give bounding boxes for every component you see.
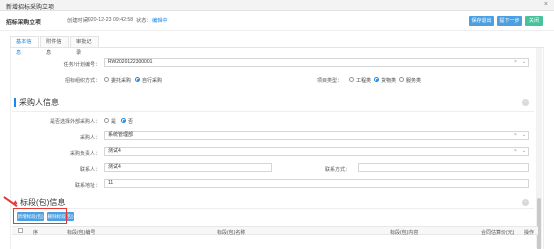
project-type-label: 项目类型： <box>316 78 342 84</box>
purchase-manager-label: 采购负责人： <box>69 151 100 157</box>
window-titlebar: 新增招标采购立项 × <box>0 0 554 11</box>
address-field[interactable]: 11 <box>104 179 529 188</box>
tab-basic-info[interactable]: 基本信息 <box>10 36 39 56</box>
lots-section-title: 标段(包)信息 <box>20 198 66 207</box>
section-divider <box>12 111 534 112</box>
purchaser-select[interactable]: 系统管理部 <box>104 131 529 140</box>
radio-entrust-label: 委托采购 <box>111 78 132 84</box>
save-button[interactable]: 保存退出 <box>469 16 494 26</box>
tab-approval-records[interactable]: 审批记录 <box>70 36 99 56</box>
vertical-scrollbar[interactable] <box>536 48 542 249</box>
radio-service[interactable] <box>399 77 404 82</box>
col-lot-content: 标段(包)内容 <box>390 230 419 236</box>
project-header: 招标采购立项 创建时间： 2020-12-23 09:42:58 状态： 编辑中… <box>0 11 554 31</box>
chevron-down-icon[interactable]: ⌄ <box>522 132 526 138</box>
radio-service-label: 服务类 <box>406 78 422 84</box>
clear-icon[interactable]: × <box>514 148 517 154</box>
address-label: 联系地址： <box>74 183 100 189</box>
status-badge: 编辑中 <box>152 18 168 24</box>
col-lot-name: 标段(包)名称 <box>217 230 246 236</box>
purchaser-section-header: 采购人信息 <box>14 97 134 109</box>
minus-circle-icon[interactable]: − <box>522 199 529 206</box>
radio-goods-label: 货物类 <box>381 78 397 84</box>
task-no-label: 任务/计划编号： <box>63 62 100 68</box>
purchase-manager-select[interactable]: 测试4 <box>104 147 529 156</box>
lots-table-header: 序 标段(包)编号 标段(包)名称 标段(包)内容 合同估算价(元) 操作 <box>12 226 538 236</box>
contact-phone-field[interactable] <box>358 163 529 172</box>
created-time: 2020-12-23 09:42:58 <box>85 17 134 23</box>
clear-icon[interactable]: × <box>514 132 517 138</box>
radio-external-no-label: 否 <box>128 119 134 125</box>
col-actions: 操作 <box>524 230 535 236</box>
task-no-field[interactable]: RW2020122300001 <box>104 58 529 67</box>
annotation-highlight-box <box>13 208 67 224</box>
section-divider <box>12 208 534 209</box>
contact-phone-label: 联系方式： <box>324 167 350 173</box>
radio-engineering[interactable] <box>349 77 354 82</box>
minus-circle-icon[interactable]: − <box>522 99 529 106</box>
contact-label: 联系人： <box>79 167 100 173</box>
purchaser-section-title: 采购人信息 <box>19 98 59 107</box>
close-icon[interactable]: × <box>544 1 548 8</box>
purchaser-label: 采购人： <box>79 135 100 141</box>
close-button[interactable]: 关闭 <box>525 16 543 26</box>
window-title: 新增招标采购立项 <box>6 5 55 11</box>
bid-method-label: 招标组织方式： <box>64 78 100 84</box>
chevron-down-icon[interactable]: ⌄ <box>522 59 526 65</box>
radio-external-yes-label: 是 <box>111 119 117 125</box>
col-contract-price: 合同估算价(元) <box>481 230 515 236</box>
chevron-down-icon[interactable]: ⌄ <box>522 148 526 154</box>
radio-engineering-label: 工程类 <box>356 78 372 84</box>
select-all-checkbox[interactable] <box>18 228 23 233</box>
contact-field[interactable]: 测试4 <box>104 163 272 172</box>
scrollbar-thumb[interactable] <box>537 198 541 249</box>
radio-self[interactable] <box>135 77 140 82</box>
next-step-button[interactable]: 提下一步 <box>497 16 522 26</box>
status-label: 状态： <box>136 18 152 24</box>
clear-icon[interactable]: × <box>514 59 517 65</box>
radio-external-no[interactable] <box>121 118 126 123</box>
radio-entrust[interactable] <box>104 77 109 82</box>
col-seq: 序 <box>33 230 39 236</box>
tab-attachments[interactable]: 附件信息 <box>40 36 69 56</box>
project-name: 招标采购立项 <box>6 20 41 26</box>
section-accent-bar <box>14 98 16 107</box>
external-purchaser-label: 是否选择外部采购人： <box>49 119 100 125</box>
col-lot-number: 标段(包)编号 <box>67 230 96 236</box>
radio-goods[interactable] <box>374 77 379 82</box>
radio-self-label: 自行采购 <box>142 78 163 84</box>
radio-external-yes[interactable] <box>104 118 109 123</box>
